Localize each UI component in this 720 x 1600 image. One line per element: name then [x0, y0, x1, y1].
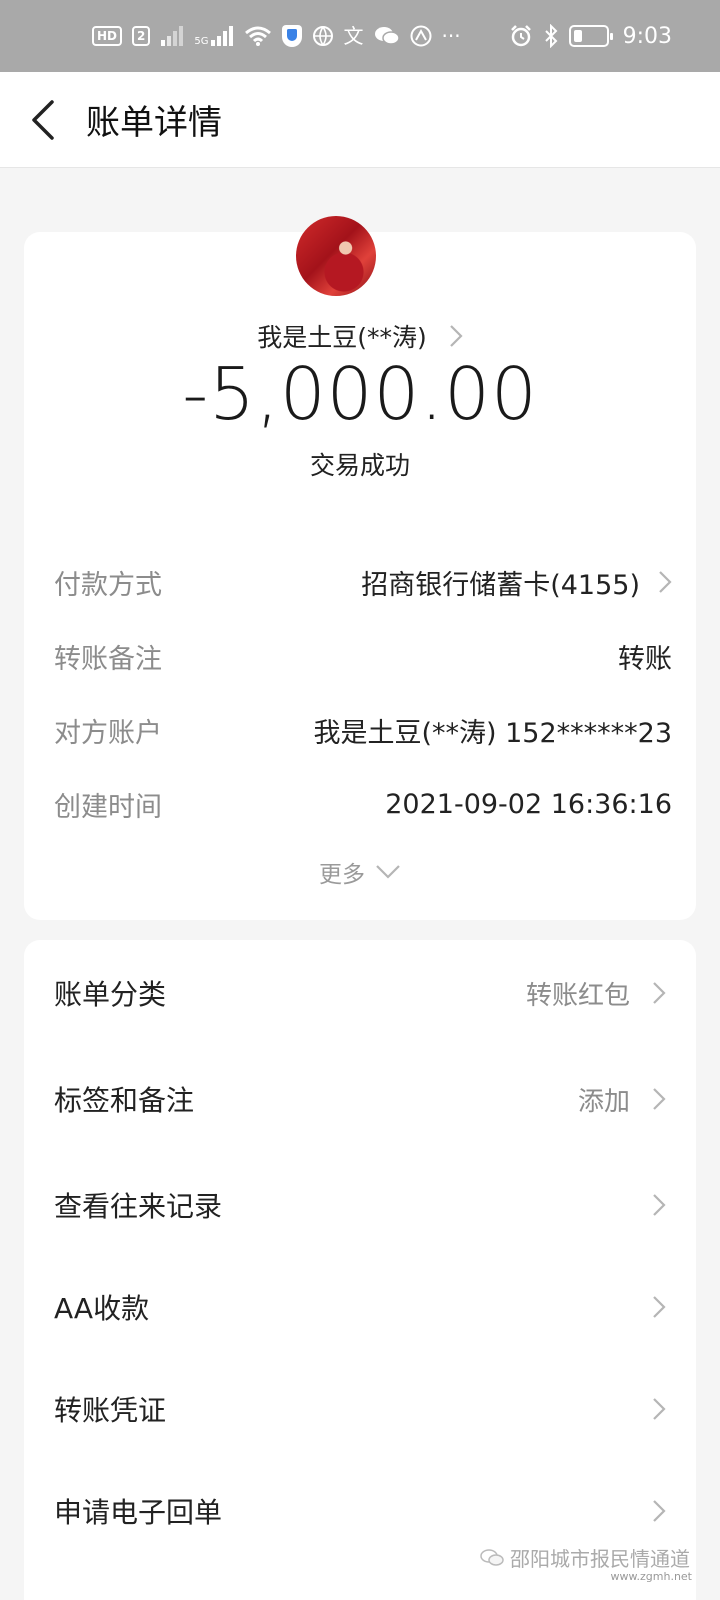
menu-label: 查看往来记录: [54, 1190, 223, 1223]
payee-avatar[interactable]: [296, 216, 376, 296]
chevron-right-icon: [659, 571, 672, 593]
watermark-text: 邵阳城市报民情通道: [510, 1547, 690, 1571]
menu-value: 添加: [577, 1086, 630, 1117]
status-time: 9:03: [622, 23, 672, 49]
menu-item-bill-category[interactable]: 账单分类 转账红包: [24, 943, 696, 1043]
detail-value: 招商银行储蓄卡(4155): [361, 563, 672, 602]
back-button[interactable]: [0, 72, 86, 168]
5g-signal-icon: 5G: [194, 25, 233, 47]
translate-icon: 文: [343, 24, 364, 48]
more-toggle[interactable]: 更多: [24, 855, 696, 889]
detail-label: 转账备注: [54, 643, 162, 675]
payee-name: 我是土豆(**涛): [257, 323, 427, 352]
chevron-right-icon: [653, 1500, 666, 1522]
detail-label: 创建时间: [54, 791, 162, 823]
shield-icon: [281, 25, 302, 47]
wechat-official-icon: [480, 1548, 504, 1566]
wifi-icon: [244, 26, 271, 46]
5g-label: 5G: [194, 36, 209, 47]
page-title: 账单详情: [86, 103, 222, 143]
more-label: 更多: [319, 862, 365, 888]
more-icon: ···: [441, 24, 461, 48]
menu-item-aa-collect[interactable]: AA收款: [24, 1257, 696, 1357]
menu-right: [652, 1295, 666, 1319]
hd-icon: HD: [92, 26, 123, 46]
chevron-down-icon: [376, 865, 400, 879]
menu-item-transaction-history[interactable]: 查看往来记录: [24, 1155, 696, 1255]
sim-icon: 2: [132, 26, 151, 46]
bluetooth-icon: [544, 24, 558, 48]
watermark: 邵阳城市报民情通道: [480, 1543, 690, 1572]
menu-label: 申请电子回单: [54, 1496, 223, 1529]
payee-link[interactable]: 我是土豆(**涛): [24, 318, 696, 354]
status-bar-right: 9:03: [509, 24, 672, 49]
nav-header: 账单详情: [0, 72, 720, 168]
menu-right: [652, 1499, 666, 1523]
chevron-right-icon: [653, 982, 666, 1004]
battery-icon: [568, 25, 613, 47]
watermark-url: www.zgmh.net: [610, 1570, 692, 1583]
chevron-right-icon: [653, 1398, 666, 1420]
detail-row-payment-method[interactable]: 付款方式 招商银行储蓄卡(4155): [54, 560, 672, 604]
menu-label: AA收款: [54, 1292, 150, 1325]
detail-label: 对方账户: [54, 717, 162, 749]
menu-item-tags-notes[interactable]: 标签和备注 添加: [24, 1049, 696, 1149]
menu-item-transfer-receipt[interactable]: 转账凭证: [24, 1359, 696, 1459]
menu-right: 转账红包: [526, 975, 666, 1012]
chevron-right-icon: [653, 1296, 666, 1318]
signal-icon: [161, 26, 184, 46]
detail-value: 2021-09-02 16:36:16: [385, 788, 672, 820]
menu-label: 标签和备注: [54, 1084, 195, 1117]
detail-value: 转账: [618, 643, 672, 675]
detail-row-transfer-note: 转账备注 转账: [54, 634, 672, 678]
menu-label: 账单分类: [54, 978, 167, 1011]
amount: -5,000.00: [182, 352, 538, 436]
transaction-status: 交易成功: [309, 451, 410, 480]
chevron-right-icon: [449, 325, 463, 347]
menu-label: 转账凭证: [54, 1394, 167, 1427]
detail-value: 我是土豆(**涛) 152******23: [313, 717, 672, 749]
detail-label: 付款方式: [54, 569, 162, 601]
chevron-left-icon: [32, 99, 54, 140]
menu-right: [652, 1397, 666, 1421]
menu-value: 转账红包: [525, 980, 630, 1011]
detail-row-created-time: 创建时间 2021-09-02 16:36:16: [54, 782, 672, 826]
menu-right: 添加: [578, 1081, 666, 1118]
detail-row-counterparty: 对方账户 我是土豆(**涛) 152******23: [54, 708, 672, 752]
status-bar: HD 2 5G 文 ··· 9:03: [0, 0, 720, 72]
status-bar-left: HD 2 5G 文 ···: [92, 25, 461, 47]
wechat-icon: [374, 27, 400, 45]
globe-icon: [312, 26, 333, 46]
alarm-icon: [510, 25, 531, 47]
chevron-right-icon: [653, 1194, 666, 1216]
payment-method-value: 招商银行储蓄卡(4155): [361, 569, 640, 601]
chevron-right-icon: [653, 1088, 666, 1110]
alipay-icon: [410, 25, 431, 47]
menu-right: [652, 1193, 666, 1217]
